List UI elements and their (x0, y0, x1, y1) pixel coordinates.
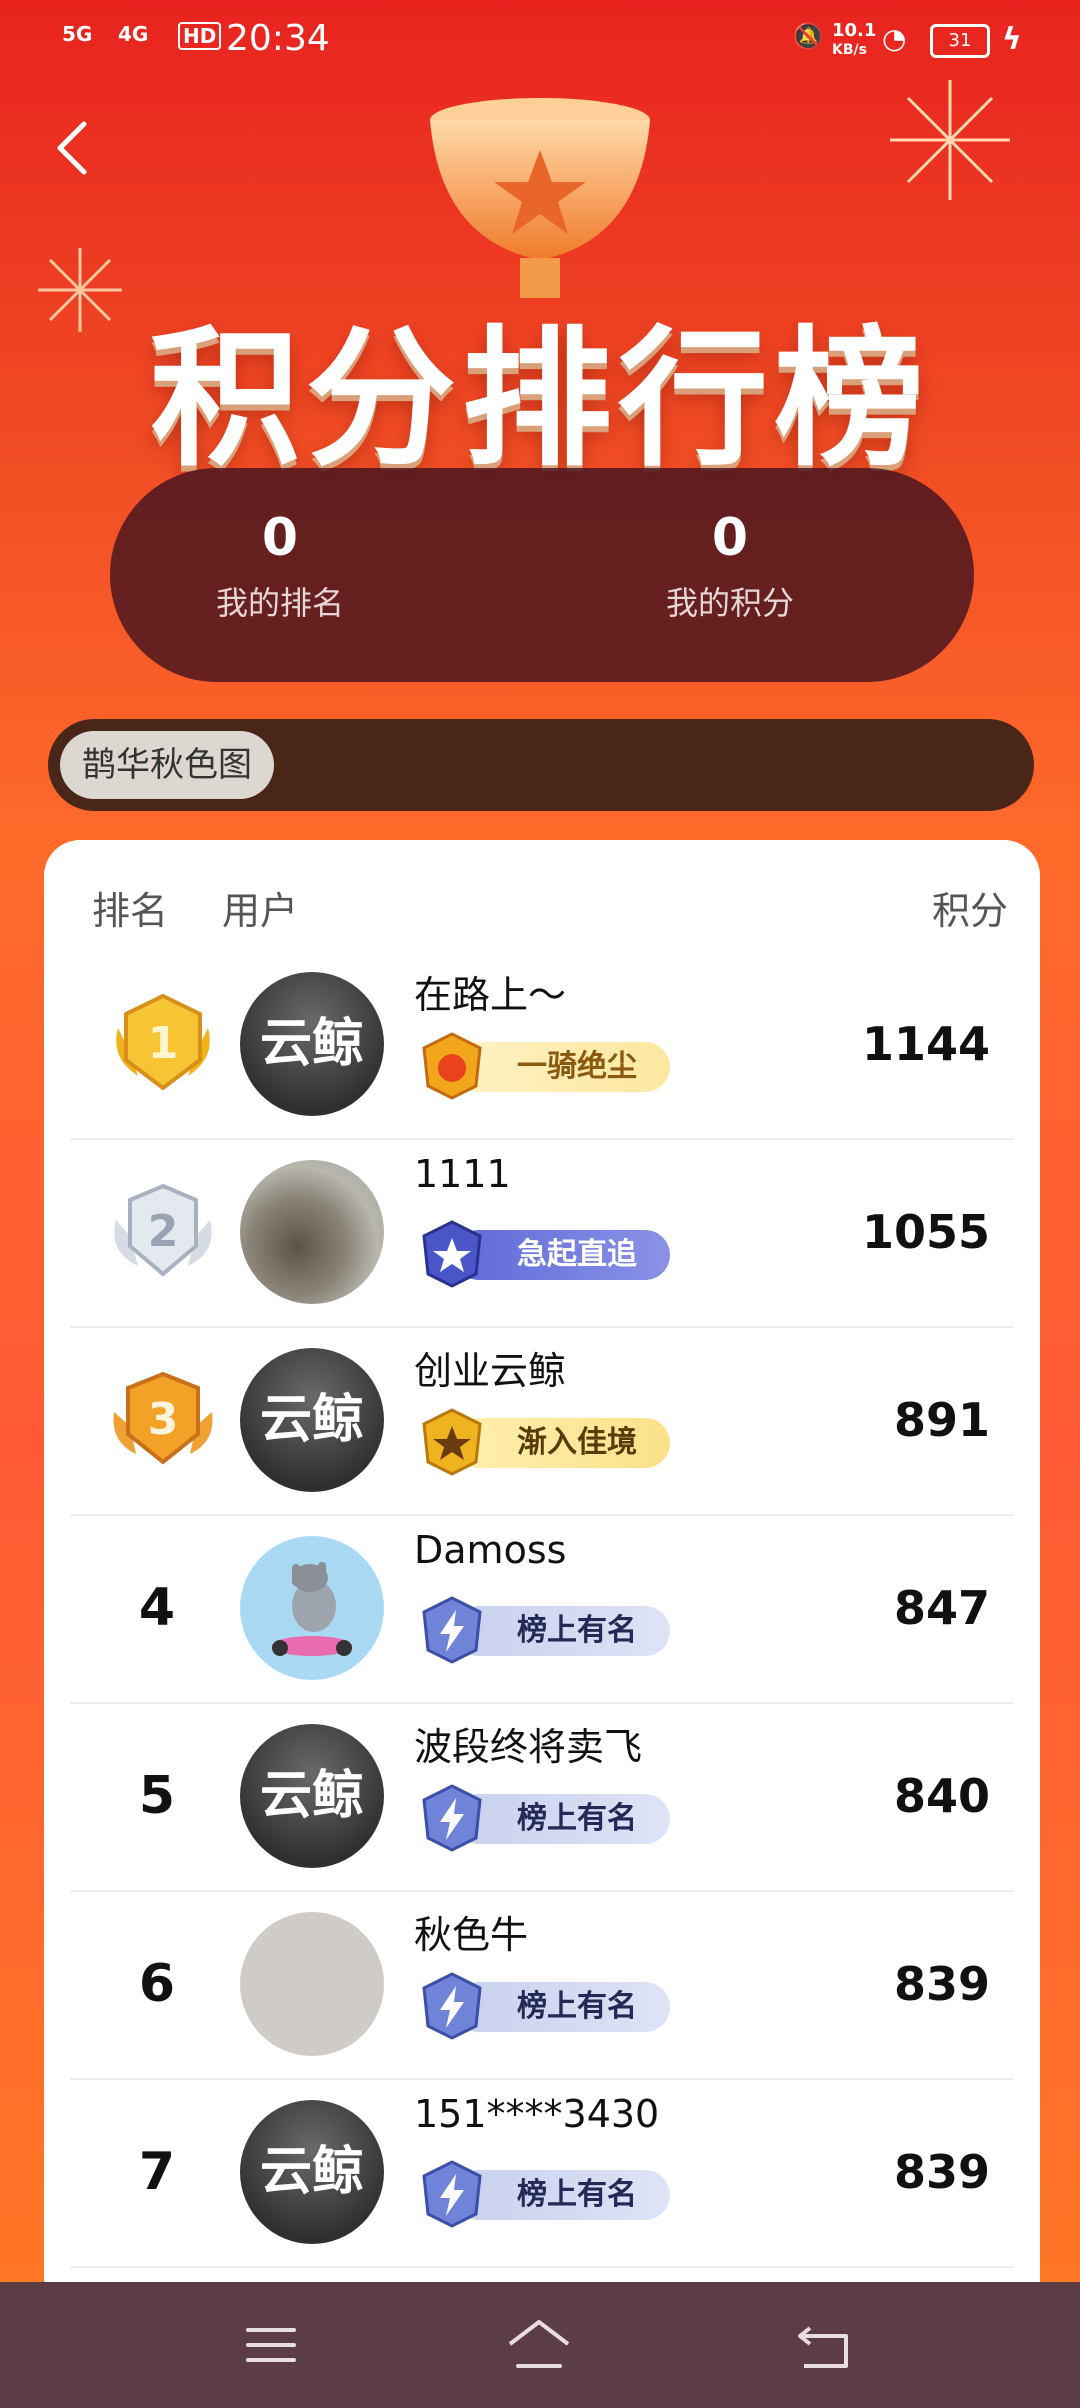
lightning-emblem-icon (422, 1784, 482, 1852)
user-score: 1144 (861, 1017, 990, 1071)
table-row[interactable]: 2 1111 急起直追 1055 (70, 1138, 1014, 1328)
mute-icon: 🔕 (792, 22, 825, 52)
leaderboard-card: 排名 用户 积分 1 云鲸 在路上～ 一骑绝尘 1144 2 1111 急起直追 (44, 840, 1040, 2290)
user-score: 1055 (861, 1205, 990, 1259)
column-header-user: 用户 (222, 889, 299, 933)
rank-number: 6 (138, 1954, 176, 2014)
badge-label: 榜上有名 (517, 1801, 637, 1836)
column-header-points: 积分 (931, 889, 1008, 933)
column-header-rank: 排名 (92, 889, 169, 933)
avatar[interactable]: 云鲸 (240, 1348, 384, 1492)
system-nav-bar (0, 2282, 1080, 2408)
user-name: 1111 (414, 1152, 511, 1196)
badge-label: 渐入佳境 (517, 1425, 637, 1460)
gold-medal-icon: 1 (116, 993, 210, 1091)
user-name: 创业云鲸 (414, 1349, 567, 1393)
category-bar: 鹊华秋色图 (48, 719, 1034, 811)
crown-emblem-icon (422, 1032, 482, 1100)
avatar[interactable]: 云鲸 (240, 2100, 384, 2244)
rank-number: 7 (138, 2142, 176, 2202)
svg-text:1: 1 (148, 1018, 179, 1069)
lightning-emblem-icon (422, 1596, 482, 1664)
speed-unit: KB/s (832, 42, 867, 58)
table-row[interactable]: 7 云鲸 151****3430 榜上有名 839 (70, 2078, 1014, 2268)
menu-icon[interactable] (236, 2310, 306, 2380)
user-name: Damoss (414, 1528, 567, 1572)
avatar[interactable] (240, 1536, 384, 1680)
user-name: 秋色牛 (414, 1913, 529, 1957)
star-emblem-icon (422, 1220, 482, 1288)
level-badge: 榜上有名 (414, 2158, 670, 2230)
page-title: 积分排行榜 (149, 313, 930, 487)
home-icon[interactable] (504, 2310, 574, 2380)
back-nav-icon[interactable] (790, 2310, 860, 2380)
table-row[interactable]: 1 云鲸 在路上～ 一骑绝尘 1144 (70, 950, 1014, 1140)
user-score: 891 (893, 1393, 990, 1447)
svg-text:3: 3 (148, 1394, 179, 1445)
status-bar: 5G 4G HD 20:34 🔕 10.1 KB/s ◔ 31 ϟ (0, 0, 1080, 80)
level-badge: 渐入佳境 (414, 1406, 670, 1478)
speed-value: 10.1 (832, 20, 877, 41)
level-badge: 急起直追 (414, 1218, 670, 1290)
user-name: 波段终将卖飞 (414, 1725, 643, 1769)
level-badge: 榜上有名 (414, 1782, 670, 1854)
table-row[interactable]: 6 秋色牛 榜上有名 839 (70, 1890, 1014, 2080)
badge-label: 榜上有名 (517, 1989, 637, 2024)
badge-label: 急起直追 (517, 1237, 637, 1272)
my-rank-label: 我的排名 (215, 584, 344, 622)
svg-text:2: 2 (148, 1206, 179, 1257)
donkey-avatar-icon (272, 1562, 352, 1656)
my-points-value: 0 (711, 508, 749, 568)
my-points: 0 我的积分 (580, 508, 880, 624)
network-speed: 10.1 KB/s (832, 22, 876, 59)
bronze-medal-icon: 3 (113, 1371, 213, 1465)
signal-4g-icon: 4G (118, 22, 149, 46)
avatar[interactable]: 云鲸 (240, 972, 384, 1116)
rank-number: 4 (138, 1578, 176, 1638)
signal-5g-icon: 5G (62, 22, 93, 46)
user-score: 840 (893, 1769, 990, 1823)
firework-icon (890, 80, 1010, 200)
user-score: 839 (893, 2145, 990, 2199)
user-name: 151****3430 (414, 2092, 660, 2136)
table-row[interactable]: 4 Damoss 榜上有名 847 (70, 1514, 1014, 1704)
avatar[interactable]: 云鲸 (240, 1724, 384, 1868)
user-score: 839 (893, 1957, 990, 2011)
table-row[interactable]: 5 云鲸 波段终将卖飞 榜上有名 840 (70, 1702, 1014, 1892)
hd-icon: HD (178, 22, 222, 50)
badge-label: 榜上有名 (517, 2177, 637, 2212)
silver-medal-icon: 2 (114, 1183, 212, 1277)
my-rank: 0 我的排名 (130, 508, 430, 624)
level-badge: 榜上有名 (414, 1594, 670, 1666)
star-emblem-icon (422, 1408, 482, 1476)
charging-icon: ϟ (1002, 22, 1022, 57)
table-row[interactable]: 3 云鲸 创业云鲸 渐入佳境 891 (70, 1326, 1014, 1516)
my-points-label: 我的积分 (665, 584, 794, 622)
avatar[interactable] (240, 1912, 384, 2056)
badge-label: 榜上有名 (517, 1613, 637, 1648)
category-chip-selected[interactable]: 鹊华秋色图 (60, 731, 274, 799)
clock: 20:34 (226, 18, 330, 59)
badge-label: 一骑绝尘 (517, 1049, 637, 1084)
wifi-icon: ◔ (882, 22, 907, 55)
my-stats-panel: 0 我的排名 0 我的积分 (110, 468, 974, 682)
lightning-emblem-icon (422, 1972, 482, 2040)
my-rank-value: 0 (261, 508, 299, 568)
user-score: 847 (893, 1581, 990, 1635)
lightning-emblem-icon (422, 2160, 482, 2228)
level-badge: 榜上有名 (414, 1970, 670, 2042)
user-name: 在路上～ (414, 973, 567, 1017)
back-icon[interactable] (48, 118, 98, 178)
battery-icon: 31 (930, 24, 990, 58)
rank-number: 5 (138, 1766, 176, 1826)
level-badge: 一骑绝尘 (414, 1030, 670, 1102)
avatar[interactable] (240, 1160, 384, 1304)
